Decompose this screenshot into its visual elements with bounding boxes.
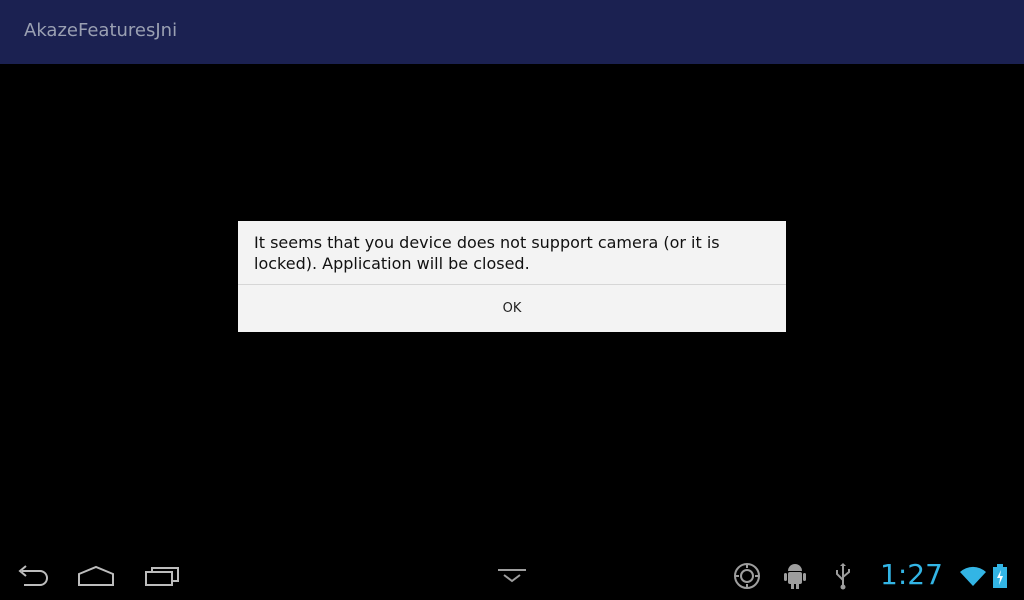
battery-status[interactable] xyxy=(990,562,1010,590)
usb-notification[interactable] xyxy=(832,562,854,590)
debug-notification[interactable] xyxy=(782,562,808,590)
action-bar: AkazeFeaturesJni xyxy=(0,0,1024,64)
app-title: AkazeFeaturesJni xyxy=(24,20,178,41)
recent-apps-button[interactable] xyxy=(138,552,186,600)
back-button[interactable] xyxy=(8,552,56,600)
hide-keyboard-button[interactable] xyxy=(490,552,534,600)
android-debug-icon xyxy=(784,564,806,589)
battery-charging-icon xyxy=(993,564,1007,588)
recent-apps-icon xyxy=(145,567,179,586)
usb-icon xyxy=(836,563,850,590)
status-clock[interactable]: 1:27 xyxy=(880,558,943,591)
camera-notification[interactable] xyxy=(732,562,762,590)
ok-button[interactable]: OK xyxy=(238,285,786,332)
dialog-message: It seems that you device does not suppor… xyxy=(254,233,720,273)
camera-notification-icon xyxy=(734,563,760,589)
wifi-icon xyxy=(960,566,986,586)
alert-dialog: It seems that you device does not suppor… xyxy=(238,221,786,332)
home-icon xyxy=(78,565,114,586)
back-icon xyxy=(18,565,48,586)
screen: AkazeFeaturesJni It seems that you devic… xyxy=(0,0,1024,600)
wifi-status[interactable] xyxy=(958,562,988,590)
system-navigation-bar: 1:27 xyxy=(0,552,1024,600)
home-button[interactable] xyxy=(72,552,120,600)
chevron-down-icon xyxy=(498,569,526,583)
